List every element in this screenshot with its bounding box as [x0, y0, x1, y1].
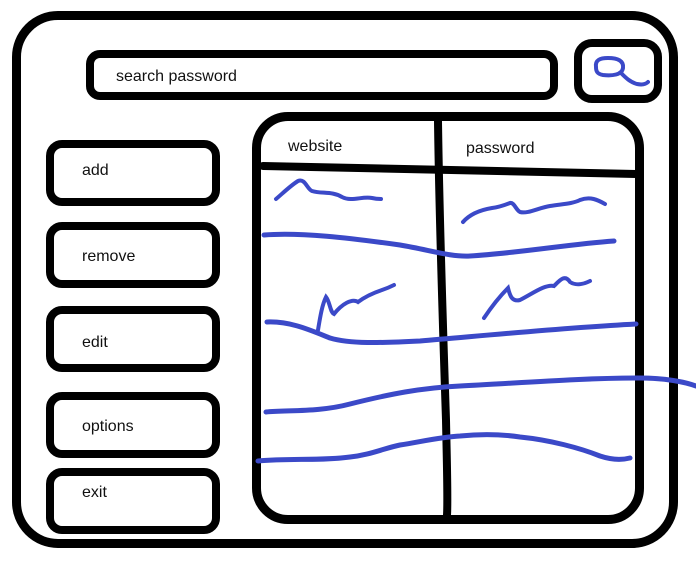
add-button-label: add [82, 162, 109, 179]
options-button-label: options [82, 418, 134, 435]
exit-button-label: exit [82, 484, 107, 501]
column-header-website: website [288, 138, 343, 155]
add-button[interactable]: add [46, 140, 220, 206]
search-icon [593, 55, 650, 87]
edit-button[interactable]: edit [46, 306, 220, 372]
edit-button-label: edit [82, 334, 108, 351]
search-bar[interactable] [86, 50, 558, 100]
search-input[interactable] [116, 66, 536, 88]
search-button[interactable] [574, 39, 662, 103]
password-table: website password [252, 112, 644, 524]
remove-button[interactable]: remove [46, 222, 220, 288]
options-button[interactable]: options [46, 392, 220, 458]
remove-button-label: remove [82, 248, 136, 265]
column-header-password: password [466, 140, 535, 157]
exit-button[interactable]: exit [46, 468, 220, 534]
